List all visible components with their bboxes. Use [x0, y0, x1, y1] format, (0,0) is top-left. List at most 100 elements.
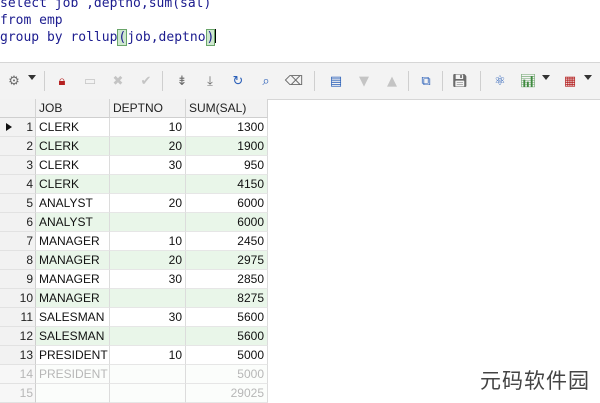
chevron-down-icon[interactable]	[28, 75, 36, 80]
row-number[interactable]: 7	[0, 232, 36, 251]
column-header-deptno[interactable]: DEPTNO	[110, 99, 186, 118]
filter-all-icon[interactable]: ⤓	[200, 71, 220, 91]
cell-sum-sal[interactable]: 2850	[186, 270, 268, 289]
table-row[interactable]: 11 SALESMAN 30 5600	[0, 308, 268, 327]
table-row[interactable]: 1 CLERK 10 1300	[0, 118, 268, 137]
move-up-icon[interactable]: ▲	[382, 71, 402, 91]
cell-sum-sal[interactable]: 4150	[186, 175, 268, 194]
table-row[interactable]: 8 MANAGER 20 2975	[0, 251, 268, 270]
row-number[interactable]: 3	[0, 156, 36, 175]
lock-icon[interactable]: 🔒︎	[52, 71, 72, 91]
settings-icon[interactable]: ⚙	[4, 71, 24, 91]
cell-job[interactable]: CLERK	[36, 156, 110, 175]
cell-job[interactable]: SALESMAN	[36, 308, 110, 327]
table-row[interactable]: 6 ANALYST 6000	[0, 213, 268, 232]
cell-sum-sal[interactable]: 5600	[186, 327, 268, 346]
row-number[interactable]: 4	[0, 175, 36, 194]
cell-job[interactable]: CLERK	[36, 175, 110, 194]
cell-job[interactable]: MANAGER	[36, 251, 110, 270]
cell-deptno[interactable]: 10	[110, 232, 186, 251]
cell-deptno[interactable]: 20	[110, 251, 186, 270]
column-header-sum-sal[interactable]: SUM(SAL)	[186, 99, 268, 118]
table-row[interactable]: 7 MANAGER 10 2450	[0, 232, 268, 251]
table-row[interactable]: 10 MANAGER 8275	[0, 289, 268, 308]
cell-deptno[interactable]	[110, 384, 186, 403]
table-row[interactable]: 2 CLERK 20 1900	[0, 137, 268, 156]
cell-job[interactable]: PRESIDENT	[36, 346, 110, 365]
cell-deptno[interactable]: 10	[110, 118, 186, 137]
table-row[interactable]: 9 MANAGER 30 2850	[0, 270, 268, 289]
row-number[interactable]: 13	[0, 346, 36, 365]
cell-sum-sal[interactable]: 29025	[186, 384, 268, 403]
find-icon[interactable]: ⌕	[256, 71, 276, 91]
cell-sum-sal[interactable]: 1300	[186, 118, 268, 137]
cell-job[interactable]: ANALYST	[36, 213, 110, 232]
cell-job[interactable]	[36, 384, 110, 403]
cell-sum-sal[interactable]: 8275	[186, 289, 268, 308]
cell-job[interactable]: CLERK	[36, 137, 110, 156]
clear-icon[interactable]: ⌫	[284, 71, 304, 91]
link-icon[interactable]: ⧉	[416, 71, 436, 91]
cell-job[interactable]: CLERK	[36, 118, 110, 137]
cell-job[interactable]: ANALYST	[36, 194, 110, 213]
cell-deptno[interactable]	[110, 175, 186, 194]
delete-record-icon[interactable]: ✖	[108, 71, 128, 91]
table-row[interactable]: 5 ANALYST 20 6000	[0, 194, 268, 213]
cell-sum-sal[interactable]: 950	[186, 156, 268, 175]
table-row[interactable]: 12 SALESMAN 5600	[0, 327, 268, 346]
cell-sum-sal[interactable]: 5000	[186, 365, 268, 384]
matched-paren-open: (	[117, 29, 128, 46]
cell-sum-sal[interactable]: 6000	[186, 194, 268, 213]
row-number[interactable]: 2	[0, 137, 36, 156]
cell-sum-sal[interactable]: 1900	[186, 137, 268, 156]
cell-deptno[interactable]: 30	[110, 308, 186, 327]
cell-sum-sal[interactable]: 2975	[186, 251, 268, 270]
cell-sum-sal[interactable]: 6000	[186, 213, 268, 232]
cell-deptno[interactable]: 20	[110, 137, 186, 156]
row-number[interactable]: 5	[0, 194, 36, 213]
row-number[interactable]: 11	[0, 308, 36, 327]
row-number[interactable]: 14	[0, 365, 36, 384]
move-down-icon[interactable]: ▼	[354, 71, 374, 91]
cell-job[interactable]: SALESMAN	[36, 327, 110, 346]
cell-deptno[interactable]: 10	[110, 346, 186, 365]
filter-icon[interactable]: ⇟	[172, 71, 192, 91]
chevron-down-icon[interactable]	[542, 75, 550, 80]
cell-sum-sal[interactable]: 5600	[186, 308, 268, 327]
table-row[interactable]: 14 PRESIDENT 5000	[0, 365, 268, 384]
row-number[interactable]: 8	[0, 251, 36, 270]
table-row[interactable]: 15 29025	[0, 384, 268, 403]
chevron-down-icon[interactable]	[584, 75, 592, 80]
cell-job[interactable]: MANAGER	[36, 289, 110, 308]
table-row[interactable]: 3 CLERK 30 950	[0, 156, 268, 175]
export-icon[interactable]: ▤	[326, 71, 346, 91]
cell-deptno[interactable]: 20	[110, 194, 186, 213]
cell-job[interactable]: PRESIDENT	[36, 365, 110, 384]
refresh-icon[interactable]: ↻	[228, 71, 248, 91]
sql-editor[interactable]: select job ,deptno,sum(sal) from emp gro…	[0, 0, 600, 60]
row-number[interactable]: 6	[0, 213, 36, 232]
chart-icon[interactable]: 📊︎	[518, 71, 538, 91]
cell-deptno[interactable]	[110, 327, 186, 346]
insert-record-icon[interactable]: ▭	[80, 71, 100, 91]
cell-job[interactable]: MANAGER	[36, 270, 110, 289]
column-header-job[interactable]: JOB	[36, 99, 110, 118]
cell-deptno[interactable]: 30	[110, 270, 186, 289]
post-check-icon[interactable]: ✔	[136, 71, 156, 91]
row-number[interactable]: 9	[0, 270, 36, 289]
table-row[interactable]: 13 PRESIDENT 10 5000	[0, 346, 268, 365]
cell-deptno[interactable]: 30	[110, 156, 186, 175]
row-number[interactable]: 12	[0, 327, 36, 346]
table-row[interactable]: 4 CLERK 4150	[0, 175, 268, 194]
cell-deptno[interactable]	[110, 289, 186, 308]
cell-sum-sal[interactable]: 5000	[186, 346, 268, 365]
row-number[interactable]: 15	[0, 384, 36, 403]
cell-deptno[interactable]	[110, 213, 186, 232]
cell-job[interactable]: MANAGER	[36, 232, 110, 251]
cell-sum-sal[interactable]: 2450	[186, 232, 268, 251]
columns-icon[interactable]: ▦	[560, 71, 580, 91]
save-icon[interactable]: 💾︎	[450, 71, 470, 91]
query-icon[interactable]: ⚛	[490, 71, 510, 91]
row-number[interactable]: 10	[0, 289, 36, 308]
cell-deptno[interactable]	[110, 365, 186, 384]
